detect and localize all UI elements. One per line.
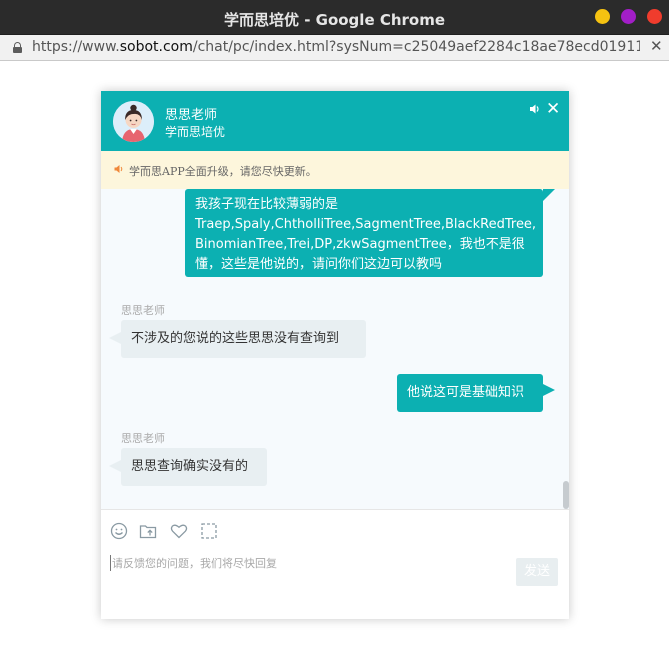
agent-message: 不涉及的您说的这些思思没有查询到 [109, 320, 366, 358]
notice-text: 学而思APP全面升级，请您尽快更新。 [129, 165, 317, 178]
agent-message: 思思查询确实没有的 [109, 448, 267, 486]
minimize-button[interactable] [595, 9, 610, 24]
company-name: 学而思培优 [165, 125, 226, 139]
url-prefix: https://www. [32, 39, 120, 55]
screenshot-icon[interactable] [200, 522, 218, 540]
lock-icon [13, 42, 22, 53]
browser-titlebar: 学而思培优 - Google Chrome [0, 0, 669, 35]
chat-window: 思思老师 学而思培优 ✕ 学而思APP全面升级，请您尽快更新。 我孩子现在比较薄… [101, 91, 569, 619]
smile-icon[interactable] [110, 522, 128, 540]
agent-avatar [113, 101, 154, 142]
close-icon[interactable]: ✕ [546, 99, 560, 119]
url-host: sobot.com [119, 39, 193, 55]
scrollbar-thumb[interactable] [563, 481, 569, 509]
speaker-icon [114, 165, 123, 173]
agent-name: 思思老师 [165, 108, 218, 123]
message-line: Traep,Spaly,ChtholliTree,SagmentTree,Bla… [195, 217, 537, 232]
user-message: 我孩子现在比较薄弱的是 Traep,Spaly,ChtholliTree,Sag… [185, 189, 555, 277]
input-area: 请反馈您的问题，我们将尽快回复 发送 [101, 509, 569, 619]
address-bar[interactable]: https://www.sobot.com/chat/pc/index.html… [0, 35, 669, 61]
user-message: 他说这可是基础知识 [397, 374, 555, 412]
maximize-button[interactable] [621, 9, 636, 24]
message-line: 懂，这些是他说的，请问你们这边可以教吗 [195, 257, 443, 272]
upload-file-icon[interactable] [139, 522, 157, 540]
speaker-icon[interactable] [529, 103, 541, 115]
message-input[interactable]: 请反馈您的问题，我们将尽快回复 [110, 555, 277, 571]
message-line: BinomianTree,Trei,DP,zkwSagmentTree，我也不是… [195, 237, 525, 252]
message-list[interactable]: 我孩子现在比较薄弱的是 Traep,Spaly,ChtholliTree,Sag… [101, 189, 569, 509]
sender-name: 思思老师 [121, 432, 165, 445]
window-title: 学而思培优 - Google Chrome [223, 11, 446, 29]
sender-name: 思思老师 [121, 304, 165, 317]
heart-icon[interactable] [170, 522, 188, 540]
chat-header: 思思老师 学而思培优 ✕ [101, 91, 569, 151]
url-path: /chat/pc/index.html?sysNum=c25049aef2284… [192, 39, 640, 55]
notice-bar: 学而思APP全面升级，请您尽快更新。 [101, 151, 569, 189]
message-line: 我孩子现在比较薄弱的是 [195, 197, 339, 212]
send-button[interactable]: 发送 [516, 558, 558, 586]
close-window-button[interactable] [647, 9, 662, 24]
close-icon[interactable]: ✕ [650, 37, 663, 55]
url-text[interactable]: https://www.sobot.com/chat/pc/index.html… [32, 39, 640, 55]
